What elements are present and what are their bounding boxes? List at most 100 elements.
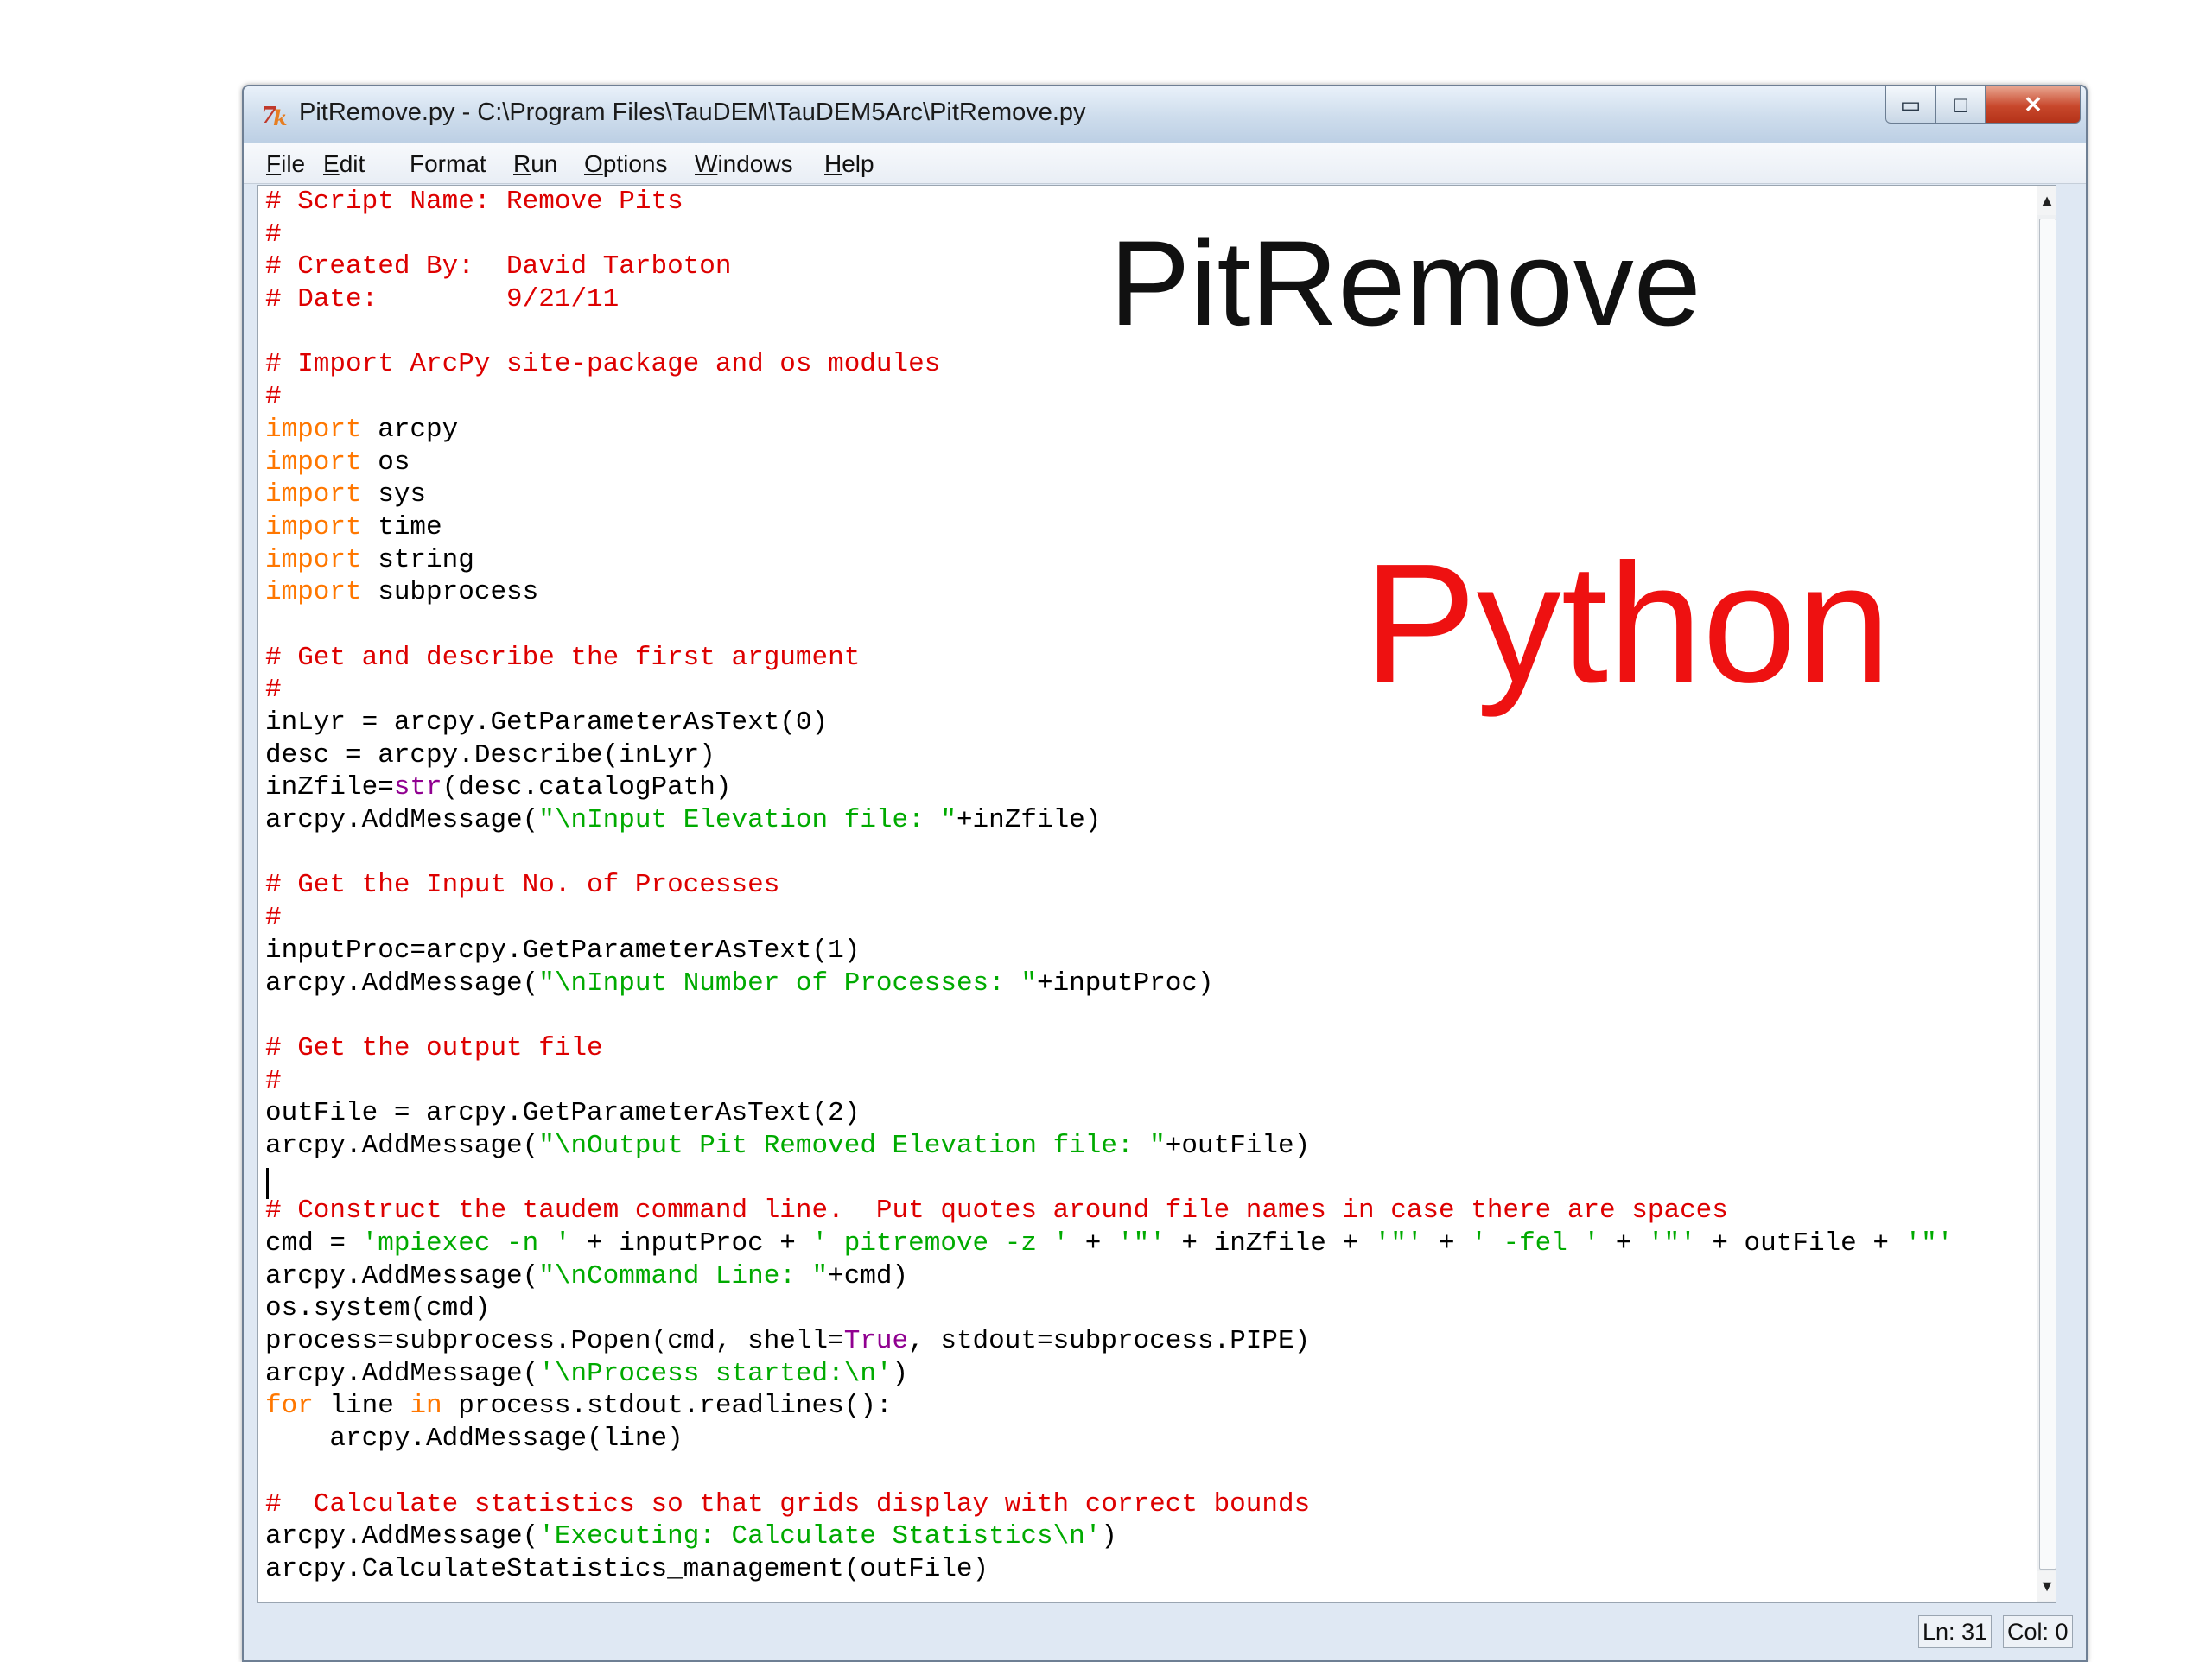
code-editor[interactable]: # Script Name: Remove Pits # # Created By:…	[257, 185, 2056, 1603]
code-token-plain: inZfile=	[265, 772, 394, 803]
code-token-plain: cmd =	[265, 1228, 362, 1259]
code-line[interactable]: ​	[265, 999, 1953, 1032]
code-line[interactable]: # Calculate statistics so that grids dis…	[265, 1488, 1953, 1521]
code-line[interactable]: # Script Name: Remove Pits	[265, 186, 1953, 219]
code-token-plain: inputProc=arcpy.GetParameterAsText(1)	[265, 935, 861, 966]
code-token-plain: + inZfile +	[1165, 1228, 1375, 1259]
slide-label-python: Python	[1363, 529, 1891, 718]
code-token-plain: os	[361, 447, 410, 478]
scroll-up-button[interactable]: ▲	[2037, 186, 2056, 215]
code-line[interactable]: desc = arcpy.Describe(inLyr)	[265, 739, 1953, 772]
menu-options[interactable]: Options	[584, 150, 668, 178]
code-token-plain: +inZfile)	[956, 805, 1102, 836]
code-line[interactable]: import os	[265, 447, 1953, 479]
code-token-plain: arcpy.AddMessage(	[265, 967, 539, 999]
code-line[interactable]: os.system(cmd)	[265, 1292, 1953, 1325]
code-token-plain: arcpy.AddMessage(line)	[265, 1424, 683, 1455]
code-line[interactable]: process=subprocess.Popen(cmd, shell=True…	[265, 1325, 1953, 1358]
code-line[interactable]: arcpy.AddMessage("\nInput Elevation file…	[265, 804, 1953, 837]
code-token-plain: )	[892, 1358, 909, 1389]
code-line[interactable]: arcpy.AddMessage('\nProcess started:\n')	[265, 1358, 1953, 1391]
code-line[interactable]: inZfile=str(desc.catalogPath)	[265, 771, 1953, 804]
code-line[interactable]: ​	[265, 1456, 1953, 1488]
code-line[interactable]: arcpy.CalculateStatistics_management(out…	[265, 1553, 1953, 1586]
vertical-scrollbar[interactable]: ▲ ▼	[2037, 186, 2056, 1602]
code-line[interactable]: import arcpy	[265, 414, 1953, 447]
code-token-plain: inLyr = arcpy.GetParameterAsText(0)	[265, 707, 829, 738]
code-token-kw: import	[265, 577, 362, 608]
menu-format[interactable]: Format	[410, 150, 486, 178]
code-line[interactable]: # Get the output file	[265, 1032, 1953, 1065]
code-token-comment: #	[265, 382, 282, 413]
code-token-comment: # Get the Input No. of Processes	[265, 870, 780, 901]
arrow-up-icon: ▲	[2039, 191, 2055, 209]
code-token-plain: process=subprocess.Popen(cmd, shell=	[265, 1326, 844, 1357]
code-token-plain: +cmd)	[828, 1260, 909, 1291]
code-token-comment: #	[265, 219, 282, 250]
scroll-thumb[interactable]	[2039, 219, 2056, 1570]
code-line[interactable]: # Get the Input No. of Processes	[265, 869, 1953, 902]
code-line[interactable]: arcpy.AddMessage("\nCommand Line: "+cmd)	[265, 1260, 1953, 1293]
code-token-str: '\nProcess started:\n'	[538, 1358, 893, 1389]
code-token-str: 'Executing: Calculate Statistics\n'	[538, 1521, 1102, 1552]
code-line[interactable]: outFile = arcpy.GetParameterAsText(2)	[265, 1097, 1953, 1130]
code-token-plain: arcpy.CalculateStatistics_management(out…	[265, 1553, 989, 1584]
minimize-button[interactable]: ▭	[1885, 86, 1936, 124]
scroll-down-button[interactable]: ▼	[2037, 1571, 2056, 1601]
code-token-kw: for	[265, 1391, 314, 1422]
slide-title-pitremove: PitRemove	[1109, 215, 1701, 351]
code-token-str: '"'	[1374, 1228, 1423, 1259]
code-token-kw: import	[265, 544, 362, 575]
code-line[interactable]: arcpy.AddMessage("\nOutput Pit Removed E…	[265, 1130, 1953, 1163]
menu-file[interactable]: File	[266, 150, 305, 178]
window-controls: ▭ □ ✕	[1885, 86, 2081, 126]
code-token-str: "\nOutput Pit Removed Elevation file: "	[538, 1130, 1166, 1161]
code-token-comment: # Created By: David Tarboton	[265, 251, 732, 282]
code-token-plain: arcpy.AddMessage(	[265, 1358, 539, 1389]
code-line[interactable]: # Construct the taudem command line. Put…	[265, 1195, 1953, 1227]
code-line[interactable]: #	[265, 902, 1953, 935]
code-token-plain: +outFile)	[1165, 1130, 1311, 1161]
menu-bar: File Edit Format Run Options Windows Hel…	[244, 143, 2086, 184]
code-token-plain: arcpy.AddMessage(	[265, 1260, 539, 1291]
code-token-bi: str	[393, 772, 442, 803]
menu-run[interactable]: Run	[513, 150, 557, 178]
code-token-comment: # Calculate statistics so that grids dis…	[265, 1488, 1311, 1519]
code-token-plain: arcpy.AddMessage(	[265, 1521, 539, 1552]
code-line[interactable]: arcpy.AddMessage('Executing: Calculate S…	[265, 1520, 1953, 1553]
code-token-kw: import	[265, 511, 362, 542]
code-text[interactable]: # Script Name: Remove Pits # # Created By:…	[265, 186, 1953, 1586]
menu-help[interactable]: Help	[824, 150, 874, 178]
maximize-button[interactable]: □	[1936, 86, 1986, 124]
code-token-comment: #	[265, 1065, 282, 1096]
code-token-str: '"'	[1904, 1228, 1954, 1259]
code-token-plain: time	[361, 511, 442, 542]
code-token-str: ' pitremove -z '	[811, 1228, 1070, 1259]
code-line[interactable]: arcpy.AddMessage("\nInput Number of Proc…	[265, 967, 1953, 1000]
code-line[interactable]: #	[265, 1065, 1953, 1098]
code-line[interactable]: import sys	[265, 479, 1953, 511]
status-column-number: Col: 0	[2003, 1615, 2073, 1648]
status-bar: Ln: 31 Col: 0	[244, 1603, 2086, 1659]
code-token-kw: import	[265, 447, 362, 478]
code-line[interactable]: arcpy.AddMessage(line)	[265, 1423, 1953, 1456]
code-token-comment: #	[265, 903, 282, 934]
code-line[interactable]: cmd = 'mpiexec -n ' + inputProc + ' pitr…	[265, 1227, 1953, 1260]
code-line[interactable]: # Import ArcPy site-package and os modul…	[265, 348, 1953, 381]
code-token-plain: + outFile +	[1695, 1228, 1905, 1259]
close-button[interactable]: ✕	[1986, 86, 2081, 124]
code-token-str: '"'	[1116, 1228, 1166, 1259]
code-line[interactable]: #	[265, 381, 1953, 414]
code-token-kw: import	[265, 479, 362, 511]
code-line[interactable]: ​	[265, 837, 1953, 870]
minimize-icon: ▭	[1899, 91, 1922, 117]
menu-edit[interactable]: Edit	[323, 150, 365, 178]
code-token-plain: process.stdout.readlines():	[442, 1391, 893, 1422]
title-bar[interactable]: 7 k PitRemove.py - C:\Program Files\TauD…	[244, 86, 2086, 143]
code-line[interactable]: inputProc=arcpy.GetParameterAsText(1)	[265, 935, 1953, 967]
code-token-plain: (desc.catalogPath)	[442, 772, 732, 803]
menu-windows[interactable]: Windows	[695, 150, 793, 178]
code-line[interactable]: ​	[265, 1163, 1953, 1196]
code-line[interactable]: for line in process.stdout.readlines():	[265, 1390, 1953, 1423]
code-token-plain: arcpy.AddMessage(	[265, 1130, 539, 1161]
